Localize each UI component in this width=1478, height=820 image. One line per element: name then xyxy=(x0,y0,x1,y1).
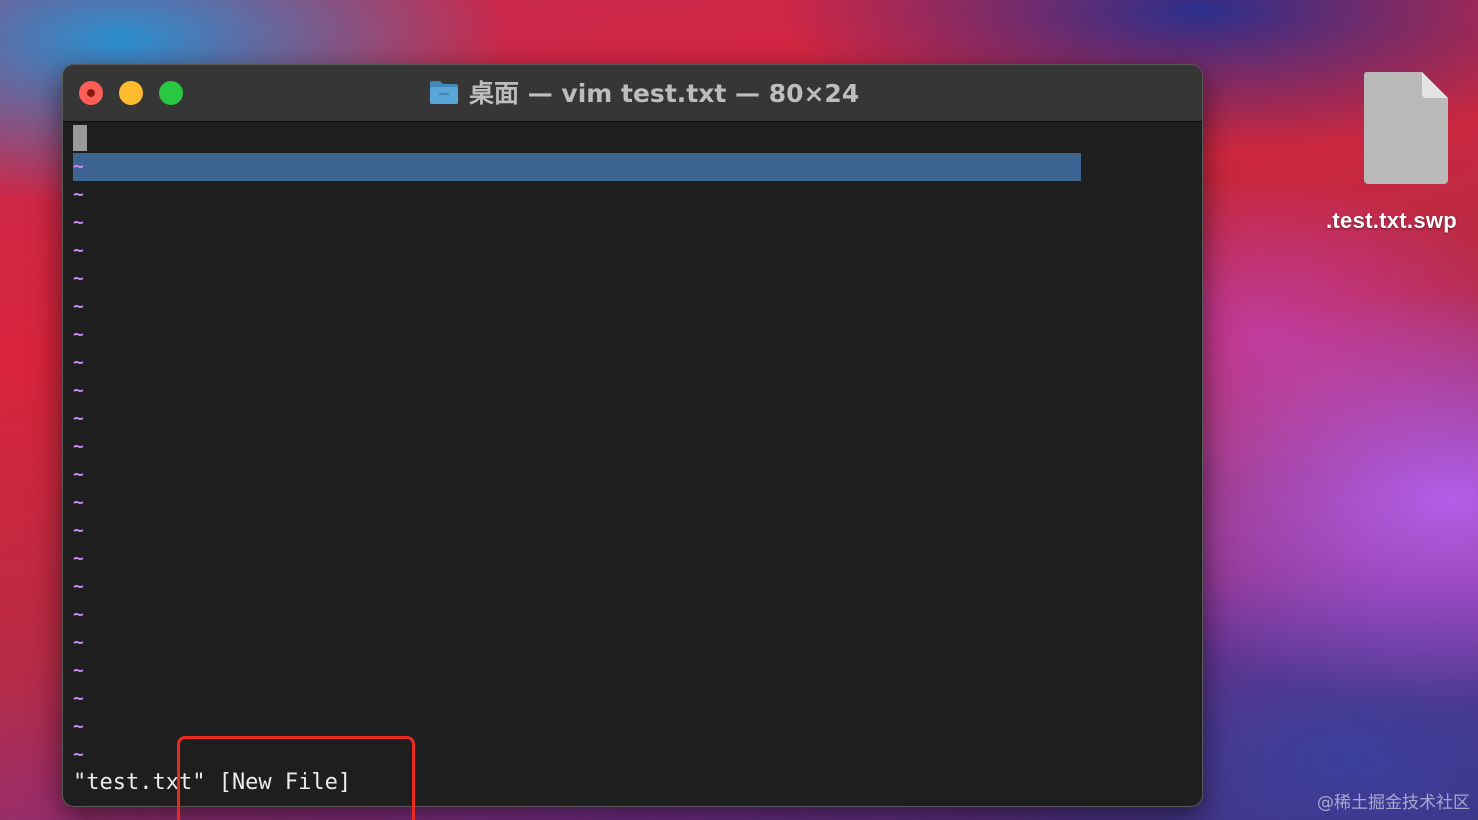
folder-icon xyxy=(430,81,458,104)
empty-line-marker: ~ xyxy=(73,576,84,597)
empty-line-marker: ~ xyxy=(73,184,84,205)
empty-line-marker: ~ xyxy=(73,324,84,345)
empty-line-marker: ~ xyxy=(73,436,84,457)
terminal-window[interactable]: 桌面 — vim test.txt — 80×24 ~ ~ ~ ~ ~ ~ ~ … xyxy=(62,64,1203,807)
annotation-highlight-box xyxy=(177,736,415,820)
close-icon xyxy=(87,89,95,97)
minimize-button[interactable] xyxy=(119,81,143,105)
empty-line-marker: ~ xyxy=(73,492,84,513)
empty-line-marker: ~ xyxy=(73,240,84,261)
empty-line-marker: ~ xyxy=(73,268,84,289)
empty-line-marker: ~ xyxy=(73,688,84,709)
title-bar[interactable]: 桌面 — vim test.txt — 80×24 xyxy=(63,65,1202,122)
empty-line-marker: ~ xyxy=(73,380,84,401)
window-title-group: 桌面 — vim test.txt — 80×24 xyxy=(429,75,859,109)
desktop-file-label: .test.txt.swp xyxy=(1326,208,1458,233)
watermark: @稀土掘金技术社区 xyxy=(1317,793,1470,813)
empty-line-marker: ~ xyxy=(73,296,84,317)
close-button[interactable] xyxy=(79,81,103,105)
empty-line-marker: ~ xyxy=(73,604,84,625)
empty-line-marker: ~ xyxy=(73,352,84,373)
empty-line-marker: ~ xyxy=(73,744,84,765)
window-title: 桌面 — vim test.txt — 80×24 xyxy=(469,79,860,108)
empty-line-marker: ~ xyxy=(73,660,84,681)
empty-line-marker: ~ xyxy=(73,212,84,233)
highlighted-line xyxy=(73,153,1081,181)
text-cursor xyxy=(73,125,87,151)
empty-line-marker: ~ xyxy=(73,520,84,541)
maximize-button[interactable] xyxy=(159,81,183,105)
empty-line-marker: ~ xyxy=(73,156,84,177)
empty-line-marker: ~ xyxy=(73,716,84,737)
vim-editor[interactable]: ~ ~ ~ ~ ~ ~ ~ ~ ~ ~ ~ ~ ~ ~ ~ ~ ~ ~ ~ ~ … xyxy=(73,125,1173,795)
empty-line-marker: ~ xyxy=(73,632,84,653)
document-icon xyxy=(1363,72,1448,184)
empty-line-marker: ~ xyxy=(73,548,84,569)
empty-line-marker: ~ xyxy=(73,408,84,429)
empty-line-marker: ~ xyxy=(73,464,84,485)
